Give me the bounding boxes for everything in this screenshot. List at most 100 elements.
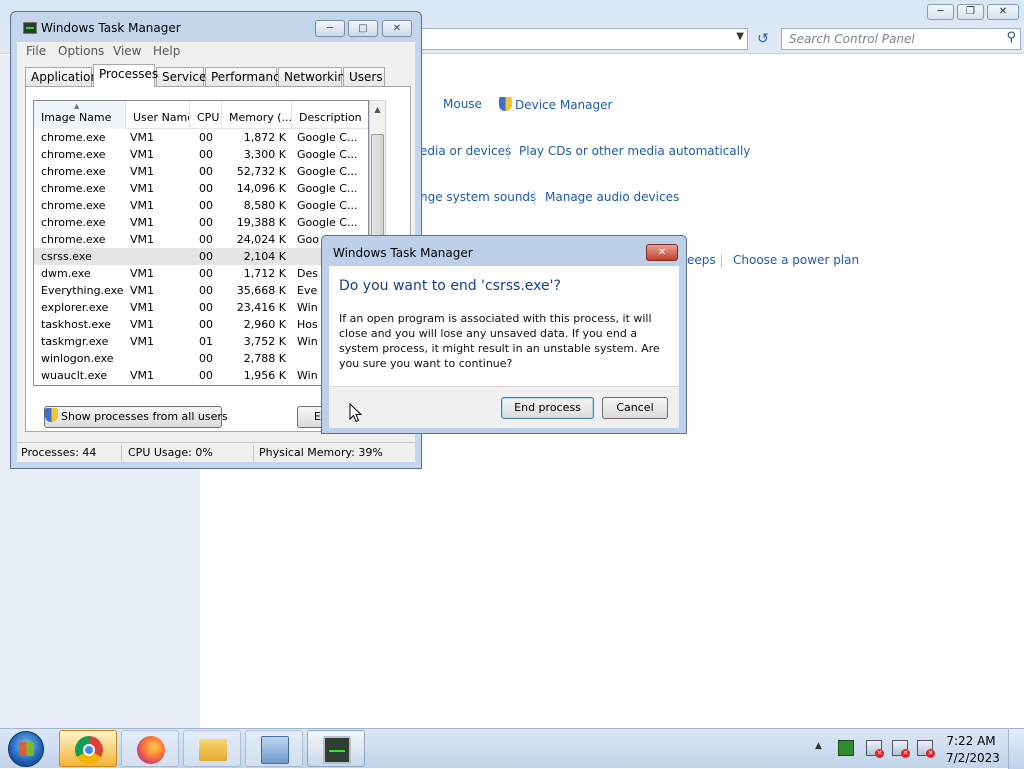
cell-memory: 1,872 K [243,131,286,144]
tab-networking[interactable]: Networking [278,67,353,87]
link-media-devices[interactable]: edia or devices [420,144,511,158]
cell-memory: 3,300 K [243,148,286,161]
table-row[interactable]: winlogon.exe 00 2,788 K [34,350,368,367]
cell-user-name: VM1 [130,199,155,212]
scroll-up-icon[interactable]: ▲ [370,101,385,118]
tray-app-icon[interactable] [838,740,854,756]
task-manager-icon [23,22,37,34]
table-row[interactable]: taskhost.exe VM1 00 2,960 K Hos [34,316,368,333]
table-row[interactable]: csrss.exe 00 2,104 K [34,248,368,265]
status-processes: Processes: 44 [21,446,97,459]
mouse-cursor-icon [349,403,363,423]
show-all-processes-button[interactable]: Show processes from all users [44,406,228,428]
tab-users[interactable]: Users [343,67,385,87]
column-description[interactable]: Description [292,101,368,129]
tab-processes[interactable]: Processes [93,64,158,87]
menu-help[interactable]: Help [153,44,180,58]
taskbar-chrome[interactable] [59,730,117,767]
table-row[interactable]: chrome.exe VM1 00 52,732 K Google C... [34,163,368,180]
cell-cpu: 00 [199,165,213,178]
table-row[interactable]: chrome.exe VM1 00 19,388 K Google C... [34,214,368,231]
taskbar-task-manager[interactable] [307,730,365,767]
cell-memory: 19,388 K [236,216,286,229]
volume-icon[interactable]: ✕ [917,740,935,758]
cp-minimize-button[interactable]: ─ [927,4,954,20]
table-row[interactable]: chrome.exe VM1 00 14,096 K Google C... [34,180,368,197]
cell-user-name: VM1 [130,182,155,195]
table-row[interactable]: chrome.exe VM1 00 24,024 K Goo [34,231,368,248]
menu-options[interactable]: Options [58,44,104,58]
cell-image-name: chrome.exe [41,233,106,246]
cell-description: Google C... [297,216,358,229]
status-separator [121,445,122,462]
network-icon[interactable]: ✕ [892,740,910,758]
action-center-icon[interactable]: ✕ [866,740,884,758]
link-device-manager[interactable]: Device Manager [499,97,612,112]
table-row[interactable]: Everything.exe VM1 00 35,668 K Eve [34,282,368,299]
column-cpu[interactable]: CPU [190,101,222,129]
column-image-name[interactable]: ▲ Image Name [34,101,126,129]
cell-memory: 14,096 K [236,182,286,195]
table-row[interactable]: wuauclt.exe VM1 00 1,956 K Win [34,367,368,384]
link-power-plan[interactable]: Choose a power plan [733,253,859,267]
table-row[interactable]: chrome.exe VM1 00 1,872 K Google C... [34,129,368,146]
start-button[interactable] [8,731,44,767]
tab-services[interactable]: Services [156,67,213,87]
task-manager-titlebar[interactable]: Windows Task Manager ─ □ ✕ [11,12,421,42]
table-row[interactable]: dwm.exe VM1 00 1,712 K Des [34,265,368,282]
cp-address-field[interactable]: ▼ [420,28,748,50]
chevron-down-icon[interactable]: ▼ [736,31,744,42]
cell-cpu: 00 [199,233,213,246]
taskbar-control-panel[interactable] [245,730,303,767]
cell-memory: 23,416 K [236,301,286,314]
cancel-button[interactable]: Cancel [602,397,668,419]
cell-image-name: dwm.exe [41,267,91,280]
search-input[interactable]: Search Control Panel ⚲ [781,28,1021,50]
cell-cpu: 00 [199,182,213,195]
column-memory[interactable]: Memory (... [222,101,292,129]
link-mouse[interactable]: Mouse [443,97,482,111]
minimize-button[interactable]: ─ [315,20,345,37]
end-process-confirm-button[interactable]: End process [501,397,594,419]
table-row[interactable]: taskmgr.exe VM1 01 3,752 K Win [34,333,368,350]
cp-close-button[interactable]: ✕ [987,4,1019,20]
show-hidden-icons-icon[interactable]: ▲ [815,741,822,751]
link-separator [534,191,535,205]
search-icon[interactable]: ⚲ [1006,30,1016,45]
tab-performance[interactable]: Performance [205,67,287,87]
taskbar: ▲ ✕ ✕ ✕ 7:22 AM 7/2/2023 [0,728,1024,769]
process-list[interactable]: ▲ Image Name User Name CPU Memory (... D… [33,100,369,386]
cell-memory: 1,956 K [243,369,286,382]
cell-image-name: csrss.exe [41,250,92,263]
taskbar-firefox[interactable] [121,730,179,767]
cell-image-name: winlogon.exe [41,352,114,365]
cell-image-name: taskmgr.exe [41,335,109,348]
show-desktop-button[interactable] [1008,729,1024,769]
table-row[interactable]: chrome.exe VM1 00 3,300 K Google C... [34,146,368,163]
dialog-close-button[interactable]: ✕ [646,244,678,261]
menu-file[interactable]: File [26,44,46,58]
cp-restore-button[interactable]: ❐ [957,4,984,20]
cell-cpu: 00 [199,148,213,161]
link-system-sounds[interactable]: nge system sounds [420,190,536,204]
cell-memory: 35,668 K [236,284,286,297]
cell-description: Google C... [297,131,358,144]
maximize-button[interactable]: □ [348,20,378,37]
refresh-icon[interactable]: ↺ [752,28,774,50]
column-user-name[interactable]: User Name [126,101,190,129]
cell-cpu: 00 [199,284,213,297]
link-manage-audio[interactable]: Manage audio devices [545,190,679,204]
clock-time[interactable]: 7:22 AM [946,734,996,748]
link-sleeps[interactable]: eeps [687,253,716,267]
link-play-cds[interactable]: Play CDs or other media automatically [519,144,750,158]
menu-view[interactable]: View [113,44,141,58]
taskbar-file-explorer[interactable] [183,730,241,767]
dialog-message: If an open program is associated with th… [339,312,660,370]
cell-image-name: chrome.exe [41,148,106,161]
table-row[interactable]: explorer.exe VM1 00 23,416 K Win [34,299,368,316]
clock-date[interactable]: 7/2/2023 [946,751,1000,765]
tab-applications[interactable]: Applications [25,67,104,87]
cell-user-name: VM1 [130,233,155,246]
close-button[interactable]: ✕ [382,20,412,37]
table-row[interactable]: chrome.exe VM1 00 8,580 K Google C... [34,197,368,214]
